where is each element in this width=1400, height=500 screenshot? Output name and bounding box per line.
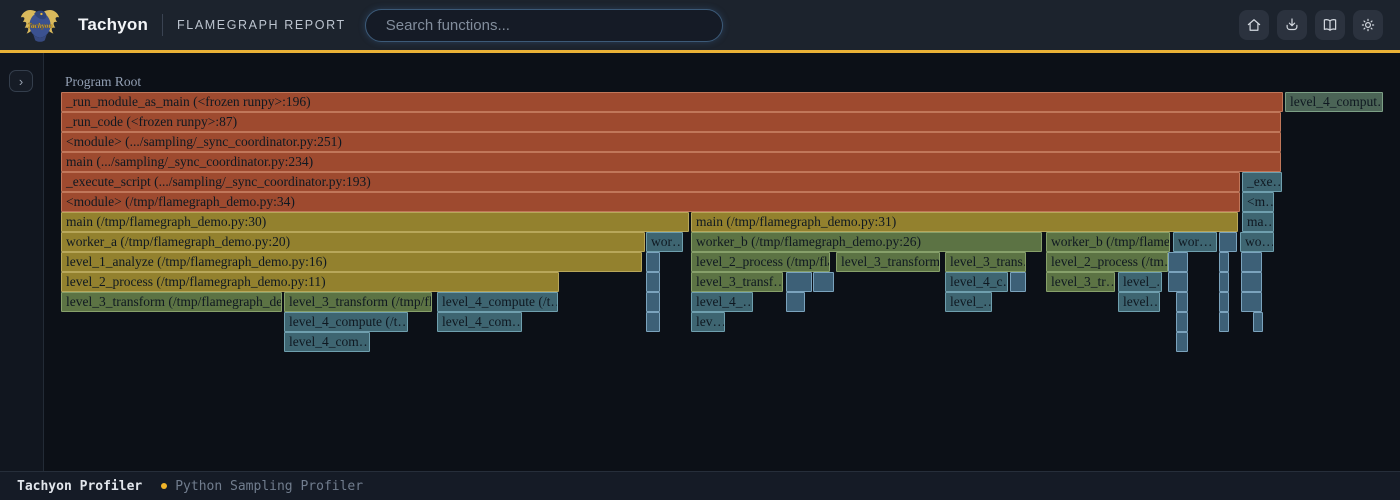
flamegraph-frame[interactable] (1253, 312, 1263, 332)
flamegraph-frame[interactable]: level_4_comput… (1285, 92, 1383, 112)
flamegraph-frame[interactable] (646, 292, 660, 312)
docs-button[interactable] (1315, 10, 1345, 40)
flamegraph-frame[interactable]: level_4_com… (284, 332, 370, 352)
download-button[interactable] (1277, 10, 1307, 40)
flamegraph-frame[interactable]: <m… (1242, 192, 1274, 212)
flamegraph-frame[interactable]: wo… (1240, 232, 1274, 252)
flamegraph-frame[interactable]: main (/tmp/flamegraph_demo.py:31) (691, 212, 1238, 232)
flamegraph-frame[interactable]: level_4_compute (/t… (437, 292, 558, 312)
flamegraph-frame[interactable]: main (/tmp/flamegraph_demo.py:30) (61, 212, 689, 232)
flamegraph-frame[interactable] (646, 312, 660, 332)
flamegraph: Program Root _run_module_as_main (<froze… (44, 53, 1400, 471)
flamegraph-frame[interactable]: level_3_transf… (691, 272, 783, 292)
flamegraph-frame[interactable] (1241, 292, 1262, 312)
flamegraph-frame[interactable] (1219, 312, 1229, 332)
flamegraph-frame[interactable]: level_3_trans… (945, 252, 1026, 272)
tachyon-logo-icon: Tachyon (17, 3, 63, 47)
flamegraph-frame[interactable]: level_… (1118, 272, 1162, 292)
flamegraph-frame[interactable] (1168, 272, 1188, 292)
flamegraph-frame[interactable]: level_3_transform… (836, 252, 940, 272)
flamegraph-frame[interactable]: worker_b (/tmp/flame… (1046, 232, 1170, 252)
flamegraph-frame[interactable]: wor… (646, 232, 683, 252)
flamegraph-frame[interactable]: _exe… (1242, 172, 1282, 192)
flamegraph-frame[interactable] (1241, 272, 1262, 292)
flamegraph-frame[interactable]: worker_a (/tmp/flamegraph_demo.py:20) (61, 232, 645, 252)
flamegraph-frame[interactable]: _run_module_as_main (<frozen runpy>:196) (61, 92, 1283, 112)
flamegraph-frame[interactable] (1241, 252, 1262, 272)
flamegraph-frame[interactable]: level_3_transform (/tmp/flamegraph_dem… (61, 292, 282, 312)
flamegraph-frame[interactable]: _execute_script (.../sampling/_sync_coor… (61, 172, 1240, 192)
flamegraph-frame[interactable] (646, 252, 660, 272)
flamegraph-frame[interactable]: level… (1118, 292, 1160, 312)
flamegraph-frame[interactable] (1176, 312, 1188, 332)
flamegraph-frame[interactable]: level_4_com… (437, 312, 522, 332)
flamegraph-frame[interactable]: <module> (.../sampling/_sync_coordinator… (61, 132, 1281, 152)
flamegraph-frame[interactable] (786, 292, 805, 312)
main-area: › Program Root _run_module_as_main (<fro… (0, 53, 1400, 471)
status-dot (161, 483, 167, 489)
flamegraph-frame[interactable] (786, 272, 812, 292)
flamegraph-frame[interactable]: level_… (945, 292, 992, 312)
flamegraph-frame[interactable]: level_4_c… (945, 272, 1008, 292)
flamegraph-frame[interactable]: lev… (691, 312, 725, 332)
home-icon (1245, 16, 1263, 34)
sidebar-toggle-button[interactable]: › (9, 70, 33, 92)
flamegraph-frame[interactable] (646, 272, 660, 292)
chevron-right-icon: › (19, 74, 23, 89)
flamegraph-frame[interactable] (1176, 332, 1188, 352)
flamegraph-frame[interactable]: <module> (/tmp/flamegraph_demo.py:34) (61, 192, 1240, 212)
flamegraph-frame[interactable]: level_2_process (/tm… (1046, 252, 1168, 272)
home-button[interactable] (1239, 10, 1269, 40)
flamegraph-frame[interactable] (1219, 272, 1229, 292)
search-input[interactable] (365, 9, 723, 42)
flamegraph-root-frame[interactable]: Program Root (65, 72, 141, 92)
report-type-label: FLAMEGRAPH REPORT (177, 18, 346, 32)
flamegraph-frame[interactable]: level_3_transform (/tmp/fl… (284, 292, 432, 312)
flamegraph-frame[interactable]: _run_code (<frozen runpy>:87) (61, 112, 1281, 132)
flamegraph-frame[interactable] (1168, 252, 1188, 272)
flamegraph-frame[interactable]: ma… (1242, 212, 1274, 232)
flamegraph-frame[interactable] (1176, 292, 1188, 312)
footer-app-name: Tachyon Profiler (17, 479, 142, 494)
app-header: Tachyon Tachyon FLAMEGRAPH REPORT (0, 0, 1400, 53)
flamegraph-frame[interactable]: level_1_analyze (/tmp/flamegraph_demo.py… (61, 252, 642, 272)
brightness-icon (1359, 16, 1377, 34)
flamegraph-frame[interactable]: wor… (1173, 232, 1217, 252)
flamegraph-frame[interactable] (1219, 252, 1229, 272)
theme-button[interactable] (1353, 10, 1383, 40)
flamegraph-frame[interactable] (813, 272, 834, 292)
book-icon (1321, 16, 1339, 34)
flamegraph-frame[interactable] (1219, 232, 1237, 252)
flamegraph-frame[interactable]: level_2_process (/tmp/fla… (691, 252, 830, 272)
flamegraph-frame[interactable]: level_3_tr… (1046, 272, 1115, 292)
flamegraph-frame[interactable]: level_2_process (/tmp/flamegraph_demo.py… (61, 272, 559, 292)
flamegraph-frame[interactable] (1010, 272, 1026, 292)
svg-text:Tachyon: Tachyon (27, 22, 52, 30)
sidebar: › (0, 53, 44, 471)
download-icon (1283, 16, 1301, 34)
flamegraph-frame[interactable]: main (.../sampling/_sync_coordinator.py:… (61, 152, 1281, 172)
header-actions (1239, 10, 1383, 40)
footer-subtitle: Python Sampling Profiler (175, 479, 363, 494)
header-divider (162, 14, 163, 36)
status-bar: Tachyon Profiler Python Sampling Profile… (0, 471, 1400, 500)
flamegraph-frame[interactable]: worker_b (/tmp/flamegraph_demo.py:26) (691, 232, 1042, 252)
flamegraph-frame[interactable]: level_4_… (691, 292, 753, 312)
flamegraph-frame[interactable] (1219, 292, 1229, 312)
app-title: Tachyon (78, 15, 148, 35)
flamegraph-frame[interactable]: level_4_compute (/t… (284, 312, 408, 332)
